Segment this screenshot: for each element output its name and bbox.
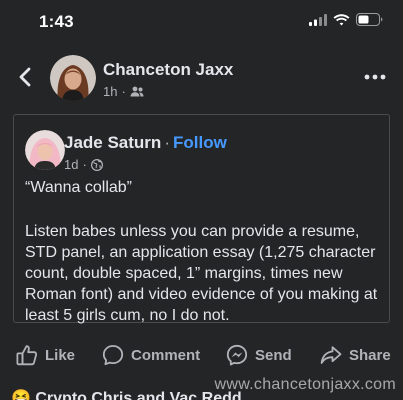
send-label: Send — [255, 346, 292, 364]
back-icon[interactable] — [14, 65, 38, 89]
post-time[interactable]: 1h — [103, 84, 117, 99]
more-options-icon[interactable] — [364, 71, 386, 83]
battery-icon — [356, 13, 383, 26]
comment-label: Comment — [131, 346, 201, 364]
post-meta: 1h · — [103, 84, 144, 99]
like-label: Like — [45, 346, 76, 364]
share-button[interactable]: Share — [320, 344, 391, 366]
cellular-signal-icon — [309, 13, 327, 26]
post-header: Chanceton Jaxx 1h · — [0, 52, 403, 104]
shared-post-time[interactable]: 1d — [64, 157, 78, 172]
shared-post-meta: 1d · — [64, 157, 103, 172]
meta-separator: · — [121, 84, 126, 99]
post-action-bar: Like Comment Send Share — [0, 340, 403, 372]
name-separator: · — [164, 133, 170, 152]
status-icons — [309, 13, 383, 26]
watermark: www.chancetonjaxx.com — [214, 376, 396, 393]
shared-author-name[interactable]: Jade Saturn — [64, 133, 161, 152]
status-time: 1:43 — [39, 12, 74, 31]
comment-button[interactable]: Comment — [102, 344, 200, 366]
shared-author-avatar[interactable] — [25, 130, 65, 170]
send-button[interactable]: Send — [226, 344, 292, 366]
share-label: Share — [349, 346, 391, 364]
shared-name-row: Jade Saturn · Follow — [64, 133, 227, 153]
author-name[interactable]: Chanceton Jaxx — [103, 60, 233, 80]
next-post-author: Crypto Chris and Vac Redd — [35, 390, 242, 400]
friends-icon — [130, 86, 144, 97]
shared-post-body: Listen babes unless you can provide a re… — [25, 223, 378, 324]
share-arrow-icon — [320, 346, 342, 364]
next-post-title[interactable]: 😆 Crypto Chris and Vac Redd — [11, 388, 242, 400]
wifi-icon — [333, 13, 350, 25]
comment-icon — [102, 345, 124, 366]
laughing-emoji-icon: 😆 — [11, 390, 31, 400]
shared-post-quote: “Wanna collab” — [25, 179, 133, 196]
globe-icon — [90, 158, 103, 171]
status-bar: 1:43 — [0, 0, 403, 44]
like-button[interactable]: Like — [16, 344, 75, 366]
shared-post-card[interactable]: Jade Saturn · Follow 1d · “Wanna collab” L… — [13, 114, 390, 324]
author-avatar[interactable] — [50, 55, 96, 101]
thumbs-up-icon — [16, 345, 38, 366]
follow-button[interactable]: Follow — [173, 133, 227, 152]
shared-meta-separator: · — [82, 157, 87, 172]
messenger-icon — [226, 344, 248, 366]
